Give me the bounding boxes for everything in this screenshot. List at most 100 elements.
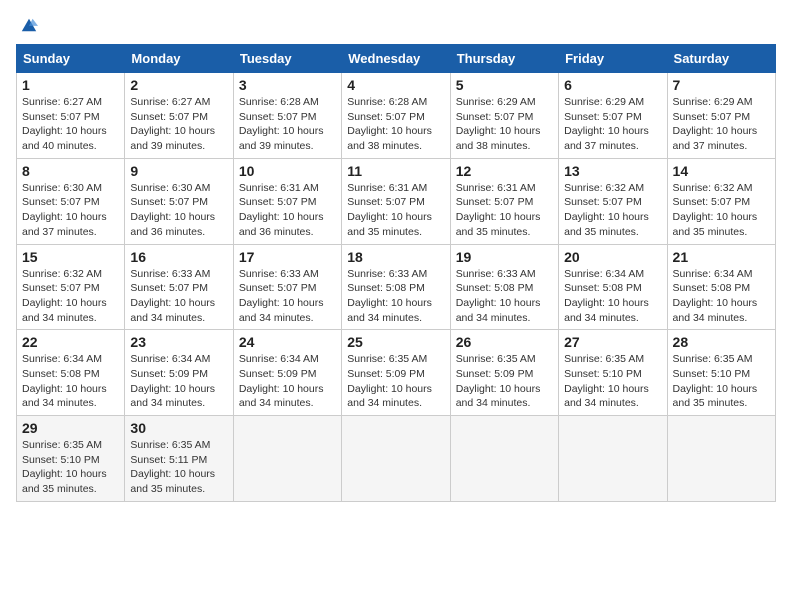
calendar-cell bbox=[559, 416, 667, 502]
day-number: 17 bbox=[239, 249, 336, 265]
day-info: Sunrise: 6:33 AMSunset: 5:07 PMDaylight:… bbox=[130, 268, 215, 324]
day-info: Sunrise: 6:33 AMSunset: 5:07 PMDaylight:… bbox=[239, 268, 324, 324]
day-number: 7 bbox=[673, 77, 770, 93]
calendar-cell: 29 Sunrise: 6:35 AMSunset: 5:10 PMDaylig… bbox=[17, 416, 125, 502]
day-number: 16 bbox=[130, 249, 227, 265]
day-info: Sunrise: 6:31 AMSunset: 5:07 PMDaylight:… bbox=[239, 182, 324, 238]
calendar-cell: 30 Sunrise: 6:35 AMSunset: 5:11 PMDaylig… bbox=[125, 416, 233, 502]
day-info: Sunrise: 6:35 AMSunset: 5:10 PMDaylight:… bbox=[22, 439, 107, 495]
day-info: Sunrise: 6:30 AMSunset: 5:07 PMDaylight:… bbox=[22, 182, 107, 238]
header-saturday: Saturday bbox=[667, 45, 775, 73]
calendar-cell bbox=[667, 416, 775, 502]
day-info: Sunrise: 6:32 AMSunset: 5:07 PMDaylight:… bbox=[673, 182, 758, 238]
calendar-cell: 11 Sunrise: 6:31 AMSunset: 5:07 PMDaylig… bbox=[342, 158, 450, 244]
day-info: Sunrise: 6:34 AMSunset: 5:08 PMDaylight:… bbox=[22, 353, 107, 409]
day-number: 21 bbox=[673, 249, 770, 265]
calendar-cell: 21 Sunrise: 6:34 AMSunset: 5:08 PMDaylig… bbox=[667, 244, 775, 330]
calendar-cell bbox=[450, 416, 558, 502]
day-number: 29 bbox=[22, 420, 119, 436]
day-number: 24 bbox=[239, 334, 336, 350]
day-number: 13 bbox=[564, 163, 661, 179]
day-info: Sunrise: 6:29 AMSunset: 5:07 PMDaylight:… bbox=[564, 96, 649, 152]
calendar: SundayMondayTuesdayWednesdayThursdayFrid… bbox=[16, 44, 776, 502]
calendar-cell: 26 Sunrise: 6:35 AMSunset: 5:09 PMDaylig… bbox=[450, 330, 558, 416]
calendar-cell: 20 Sunrise: 6:34 AMSunset: 5:08 PMDaylig… bbox=[559, 244, 667, 330]
day-info: Sunrise: 6:35 AMSunset: 5:10 PMDaylight:… bbox=[673, 353, 758, 409]
calendar-cell: 12 Sunrise: 6:31 AMSunset: 5:07 PMDaylig… bbox=[450, 158, 558, 244]
day-number: 14 bbox=[673, 163, 770, 179]
day-number: 3 bbox=[239, 77, 336, 93]
calendar-cell bbox=[342, 416, 450, 502]
day-info: Sunrise: 6:32 AMSunset: 5:07 PMDaylight:… bbox=[564, 182, 649, 238]
calendar-week-5: 29 Sunrise: 6:35 AMSunset: 5:10 PMDaylig… bbox=[17, 416, 776, 502]
day-number: 4 bbox=[347, 77, 444, 93]
day-number: 11 bbox=[347, 163, 444, 179]
calendar-week-3: 15 Sunrise: 6:32 AMSunset: 5:07 PMDaylig… bbox=[17, 244, 776, 330]
day-number: 12 bbox=[456, 163, 553, 179]
header-monday: Monday bbox=[125, 45, 233, 73]
header-wednesday: Wednesday bbox=[342, 45, 450, 73]
header bbox=[16, 16, 776, 34]
calendar-cell: 4 Sunrise: 6:28 AMSunset: 5:07 PMDayligh… bbox=[342, 73, 450, 159]
day-info: Sunrise: 6:34 AMSunset: 5:08 PMDaylight:… bbox=[673, 268, 758, 324]
day-number: 25 bbox=[347, 334, 444, 350]
calendar-cell: 6 Sunrise: 6:29 AMSunset: 5:07 PMDayligh… bbox=[559, 73, 667, 159]
calendar-cell: 2 Sunrise: 6:27 AMSunset: 5:07 PMDayligh… bbox=[125, 73, 233, 159]
header-friday: Friday bbox=[559, 45, 667, 73]
calendar-cell: 24 Sunrise: 6:34 AMSunset: 5:09 PMDaylig… bbox=[233, 330, 341, 416]
day-info: Sunrise: 6:28 AMSunset: 5:07 PMDaylight:… bbox=[347, 96, 432, 152]
day-info: Sunrise: 6:34 AMSunset: 5:09 PMDaylight:… bbox=[239, 353, 324, 409]
day-number: 20 bbox=[564, 249, 661, 265]
calendar-cell: 8 Sunrise: 6:30 AMSunset: 5:07 PMDayligh… bbox=[17, 158, 125, 244]
day-number: 28 bbox=[673, 334, 770, 350]
day-number: 22 bbox=[22, 334, 119, 350]
day-info: Sunrise: 6:35 AMSunset: 5:11 PMDaylight:… bbox=[130, 439, 215, 495]
calendar-cell: 23 Sunrise: 6:34 AMSunset: 5:09 PMDaylig… bbox=[125, 330, 233, 416]
day-info: Sunrise: 6:28 AMSunset: 5:07 PMDaylight:… bbox=[239, 96, 324, 152]
calendar-cell: 5 Sunrise: 6:29 AMSunset: 5:07 PMDayligh… bbox=[450, 73, 558, 159]
day-number: 26 bbox=[456, 334, 553, 350]
day-number: 2 bbox=[130, 77, 227, 93]
calendar-week-2: 8 Sunrise: 6:30 AMSunset: 5:07 PMDayligh… bbox=[17, 158, 776, 244]
day-info: Sunrise: 6:35 AMSunset: 5:09 PMDaylight:… bbox=[456, 353, 541, 409]
calendar-cell: 17 Sunrise: 6:33 AMSunset: 5:07 PMDaylig… bbox=[233, 244, 341, 330]
day-number: 30 bbox=[130, 420, 227, 436]
calendar-week-1: 1 Sunrise: 6:27 AMSunset: 5:07 PMDayligh… bbox=[17, 73, 776, 159]
day-number: 23 bbox=[130, 334, 227, 350]
calendar-header-row: SundayMondayTuesdayWednesdayThursdayFrid… bbox=[17, 45, 776, 73]
header-tuesday: Tuesday bbox=[233, 45, 341, 73]
calendar-cell: 22 Sunrise: 6:34 AMSunset: 5:08 PMDaylig… bbox=[17, 330, 125, 416]
day-info: Sunrise: 6:29 AMSunset: 5:07 PMDaylight:… bbox=[673, 96, 758, 152]
calendar-cell: 16 Sunrise: 6:33 AMSunset: 5:07 PMDaylig… bbox=[125, 244, 233, 330]
day-info: Sunrise: 6:35 AMSunset: 5:09 PMDaylight:… bbox=[347, 353, 432, 409]
day-number: 1 bbox=[22, 77, 119, 93]
day-number: 18 bbox=[347, 249, 444, 265]
day-number: 9 bbox=[130, 163, 227, 179]
day-number: 6 bbox=[564, 77, 661, 93]
day-info: Sunrise: 6:31 AMSunset: 5:07 PMDaylight:… bbox=[456, 182, 541, 238]
calendar-cell: 13 Sunrise: 6:32 AMSunset: 5:07 PMDaylig… bbox=[559, 158, 667, 244]
calendar-cell: 27 Sunrise: 6:35 AMSunset: 5:10 PMDaylig… bbox=[559, 330, 667, 416]
day-number: 19 bbox=[456, 249, 553, 265]
calendar-cell: 18 Sunrise: 6:33 AMSunset: 5:08 PMDaylig… bbox=[342, 244, 450, 330]
calendar-cell: 1 Sunrise: 6:27 AMSunset: 5:07 PMDayligh… bbox=[17, 73, 125, 159]
day-info: Sunrise: 6:31 AMSunset: 5:07 PMDaylight:… bbox=[347, 182, 432, 238]
day-info: Sunrise: 6:27 AMSunset: 5:07 PMDaylight:… bbox=[130, 96, 215, 152]
calendar-cell: 7 Sunrise: 6:29 AMSunset: 5:07 PMDayligh… bbox=[667, 73, 775, 159]
calendar-week-4: 22 Sunrise: 6:34 AMSunset: 5:08 PMDaylig… bbox=[17, 330, 776, 416]
day-info: Sunrise: 6:34 AMSunset: 5:08 PMDaylight:… bbox=[564, 268, 649, 324]
logo-icon bbox=[20, 16, 38, 34]
calendar-cell: 10 Sunrise: 6:31 AMSunset: 5:07 PMDaylig… bbox=[233, 158, 341, 244]
day-info: Sunrise: 6:29 AMSunset: 5:07 PMDaylight:… bbox=[456, 96, 541, 152]
calendar-cell: 15 Sunrise: 6:32 AMSunset: 5:07 PMDaylig… bbox=[17, 244, 125, 330]
day-number: 27 bbox=[564, 334, 661, 350]
calendar-cell: 3 Sunrise: 6:28 AMSunset: 5:07 PMDayligh… bbox=[233, 73, 341, 159]
day-info: Sunrise: 6:33 AMSunset: 5:08 PMDaylight:… bbox=[456, 268, 541, 324]
day-info: Sunrise: 6:32 AMSunset: 5:07 PMDaylight:… bbox=[22, 268, 107, 324]
day-number: 15 bbox=[22, 249, 119, 265]
day-info: Sunrise: 6:35 AMSunset: 5:10 PMDaylight:… bbox=[564, 353, 649, 409]
day-info: Sunrise: 6:34 AMSunset: 5:09 PMDaylight:… bbox=[130, 353, 215, 409]
day-number: 5 bbox=[456, 77, 553, 93]
calendar-cell: 14 Sunrise: 6:32 AMSunset: 5:07 PMDaylig… bbox=[667, 158, 775, 244]
day-info: Sunrise: 6:33 AMSunset: 5:08 PMDaylight:… bbox=[347, 268, 432, 324]
